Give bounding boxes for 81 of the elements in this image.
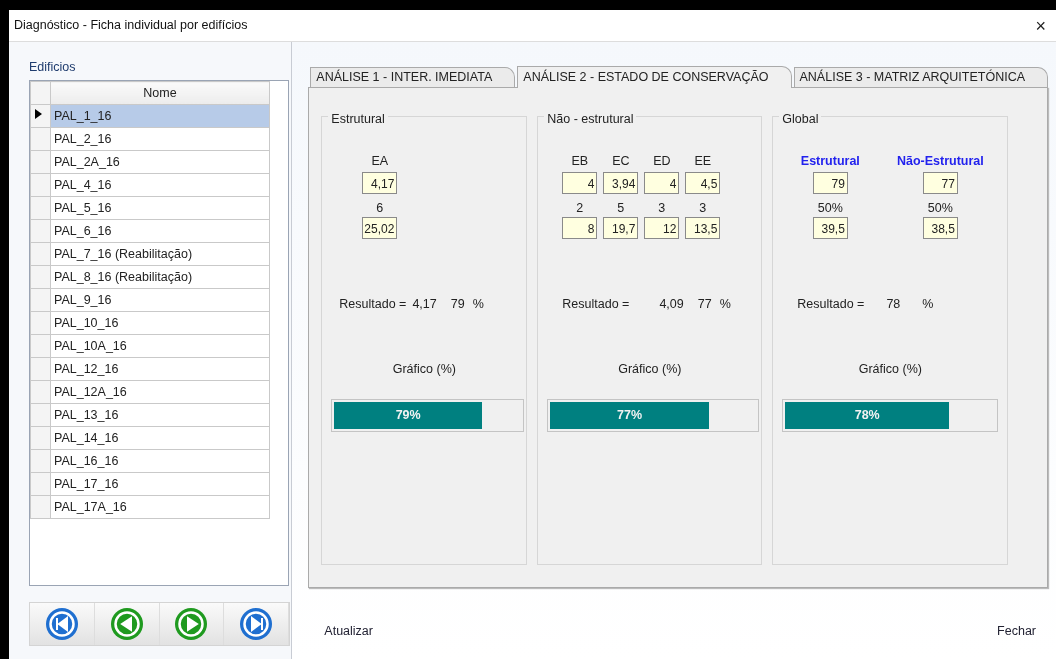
table-cell[interactable]: PAL_7_16 (Reabilitação) bbox=[50, 242, 270, 266]
percent-sign: % bbox=[472, 296, 484, 313]
value-field[interactable]: 38,5 bbox=[922, 217, 958, 239]
next-record-icon bbox=[174, 607, 209, 641]
table-cell[interactable]: PAL_9_16 bbox=[50, 288, 270, 312]
table-cell[interactable]: PAL_10A_16 bbox=[50, 334, 270, 358]
table-cell[interactable]: PAL_17A_16 bbox=[50, 495, 270, 519]
value-field[interactable]: 4,5 bbox=[685, 172, 721, 194]
table-cell[interactable]: PAL_12_16 bbox=[50, 357, 270, 381]
first-button[interactable] bbox=[30, 603, 95, 645]
result-percent: 79 bbox=[450, 296, 465, 313]
value-field[interactable]: 79 bbox=[812, 172, 848, 194]
table-cell[interactable]: PAL_5_16 bbox=[50, 196, 270, 220]
value-field[interactable]: 77 bbox=[922, 172, 958, 194]
last-record-icon bbox=[239, 607, 274, 641]
table-cell[interactable]: PAL_1_16 bbox=[50, 104, 270, 128]
table-cell[interactable]: PAL_8_16 (Reabilitação) bbox=[50, 265, 270, 289]
buildings-label: Edificios bbox=[29, 60, 76, 74]
progress-fill: 78% bbox=[785, 402, 950, 429]
value-field[interactable]: 25,02 bbox=[362, 217, 398, 239]
value-field[interactable]: 8 bbox=[562, 217, 598, 239]
column-header: ED bbox=[653, 153, 671, 170]
result-value: 4,09 bbox=[659, 296, 684, 313]
row-pointer-icon bbox=[35, 109, 42, 119]
table-cell[interactable]: PAL_2A_16 bbox=[50, 150, 270, 174]
weight-label: 50% bbox=[927, 200, 953, 215]
table-cell[interactable]: PAL_4_16 bbox=[50, 173, 270, 197]
table-cell[interactable]: PAL_6_16 bbox=[50, 219, 270, 243]
tab[interactable]: ANÁLISE 1 - INTER. IMEDIATA bbox=[310, 67, 516, 87]
result-value: 4,17 bbox=[412, 296, 437, 313]
value-field[interactable]: 4,17 bbox=[362, 172, 398, 194]
previous-button[interactable] bbox=[94, 603, 160, 645]
table-cell[interactable]: PAL_2_16 bbox=[50, 127, 270, 151]
column-header[interactable]: Nome bbox=[50, 81, 270, 105]
progress-fill: 79% bbox=[334, 402, 483, 429]
column-header: Estrutural bbox=[800, 153, 860, 170]
last-button[interactable] bbox=[224, 603, 289, 645]
column-header: EA bbox=[371, 153, 389, 170]
close-button[interactable]: × bbox=[1031, 16, 1050, 35]
table-cell[interactable]: PAL_12A_16 bbox=[50, 380, 270, 404]
progress-fill: 77% bbox=[550, 402, 709, 429]
column-header: EE bbox=[694, 153, 712, 170]
result-percent: 77 bbox=[697, 296, 712, 313]
chart-label: Gráfico (%) bbox=[392, 362, 456, 376]
percent-sign: % bbox=[922, 296, 934, 313]
percent-sign: % bbox=[719, 296, 731, 313]
table-cell[interactable]: PAL_17_16 bbox=[50, 472, 270, 496]
column-header: Não-Estrutural bbox=[896, 153, 984, 170]
previous-record-icon bbox=[109, 607, 144, 641]
table-cell[interactable]: PAL_16_16 bbox=[50, 449, 270, 473]
chart-label: Gráfico (%) bbox=[858, 362, 922, 376]
window-title: Diagnóstico - Ficha individual por edifícios bbox=[14, 17, 248, 35]
first-record-icon bbox=[44, 607, 79, 641]
tab[interactable]: ANÁLISE 2 - ESTADO DE CONSERVAÇÃO bbox=[517, 66, 792, 88]
table-cell[interactable]: PAL_14_16 bbox=[50, 426, 270, 450]
chart-label: Gráfico (%) bbox=[618, 362, 682, 376]
value-field[interactable]: 4 bbox=[562, 172, 598, 194]
refresh-button[interactable]: Atualizar bbox=[324, 622, 373, 641]
result-label: Resultado = bbox=[339, 296, 407, 313]
value-field[interactable]: 12 bbox=[644, 217, 680, 239]
weight-label: 50% bbox=[817, 200, 843, 215]
result-label: Resultado = bbox=[562, 296, 630, 313]
weight-label: 5 bbox=[617, 200, 625, 215]
column-header: EB bbox=[571, 153, 589, 170]
value-field[interactable]: 13,5 bbox=[685, 217, 721, 239]
value-field[interactable]: 19,7 bbox=[603, 217, 639, 239]
column-header: EC bbox=[612, 153, 630, 170]
next-button[interactable] bbox=[159, 603, 225, 645]
value-field[interactable]: 39,5 bbox=[812, 217, 848, 239]
result-label: Resultado = bbox=[797, 296, 865, 313]
weight-label: 3 bbox=[658, 200, 666, 215]
weight-label: 6 bbox=[376, 200, 384, 215]
table-cell[interactable]: PAL_13_16 bbox=[50, 403, 270, 427]
weight-label: 2 bbox=[576, 200, 584, 215]
tab[interactable]: ANÁLISE 3 - MATRIZ ARQUITETÓNICA bbox=[793, 67, 1048, 87]
value-field[interactable]: 4 bbox=[644, 172, 680, 194]
close-button[interactable]: Fechar bbox=[997, 622, 1036, 641]
weight-label: 3 bbox=[699, 200, 707, 215]
result-percent: 78 bbox=[886, 296, 901, 313]
value-field[interactable]: 3,94 bbox=[603, 172, 639, 194]
table-cell[interactable]: PAL_10_16 bbox=[50, 311, 270, 335]
